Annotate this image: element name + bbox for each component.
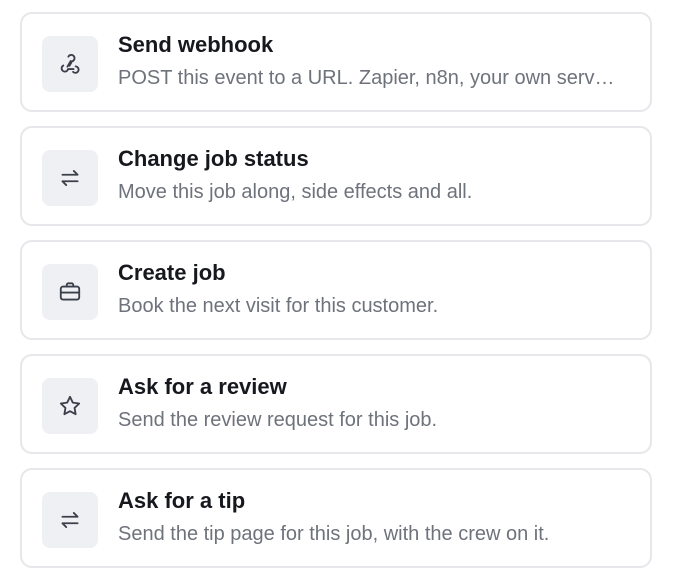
action-description: Book the next visit for this customer.: [118, 295, 439, 317]
action-description: Move this job along, side effects and al…: [118, 181, 473, 203]
action-description: Send the tip page for this job, with the…: [118, 523, 550, 545]
swap-arrows-icon: [42, 150, 98, 206]
action-ask-for-tip[interactable]: Ask for a tip Send the tip page for this…: [20, 468, 652, 568]
action-list: Send webhook POST this event to a URL. Z…: [0, 0, 678, 570]
action-description: Send the review request for this job.: [118, 409, 438, 431]
star-icon: [42, 378, 98, 434]
action-title: Ask for a tip: [118, 488, 246, 513]
action-text: Ask for a review Send the review request…: [118, 372, 632, 434]
action-create-job[interactable]: Create job Book the next visit for this …: [20, 240, 652, 340]
action-text: Ask for a tip Send the tip page for this…: [118, 486, 632, 548]
action-title: Create job: [118, 260, 226, 285]
action-title: Change job status: [118, 146, 309, 171]
action-text: Change job status Move this job along, s…: [118, 144, 632, 206]
briefcase-icon: [42, 264, 98, 320]
action-change-job-status[interactable]: Change job status Move this job along, s…: [20, 126, 652, 226]
swap-arrows-icon: [42, 492, 98, 548]
action-description: POST this event to a URL. Zapier, n8n, y…: [118, 67, 624, 89]
action-title: Ask for a review: [118, 374, 287, 399]
action-text: Create job Book the next visit for this …: [118, 258, 632, 320]
action-send-webhook[interactable]: Send webhook POST this event to a URL. Z…: [20, 12, 652, 112]
action-ask-for-review[interactable]: Ask for a review Send the review request…: [20, 354, 652, 454]
action-text: Send webhook POST this event to a URL. Z…: [118, 30, 632, 92]
action-title: Send webhook: [118, 32, 274, 57]
webhook-icon: [42, 36, 98, 92]
